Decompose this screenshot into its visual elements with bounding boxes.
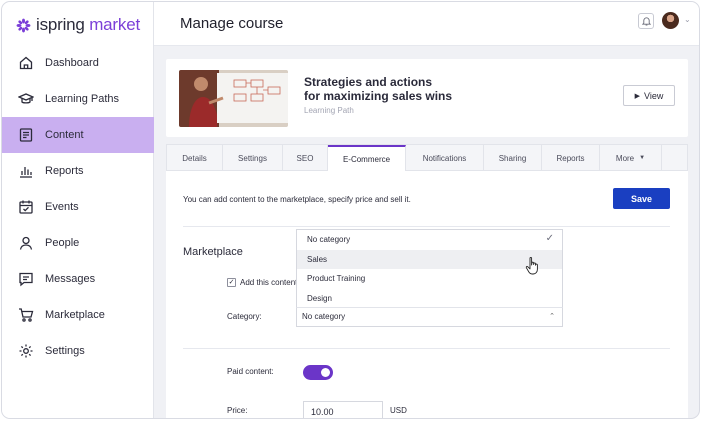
sidebar-nav: Dashboard Learning Paths Content Reports	[2, 45, 154, 369]
course-thumbnail	[179, 70, 288, 127]
category-label: Category:	[227, 312, 262, 321]
section-title: Marketplace	[183, 246, 243, 258]
sidebar-item-messages[interactable]: Messages	[2, 261, 154, 297]
person-icon	[18, 235, 34, 251]
sidebar-item-label: Settings	[45, 345, 85, 357]
tab-details[interactable]: Details	[167, 145, 223, 171]
message-icon	[18, 271, 34, 287]
currency-label: USD	[390, 406, 407, 415]
logo-text: ispring market	[36, 15, 140, 34]
sidebar-item-reports[interactable]: Reports	[2, 153, 154, 189]
add-to-marketplace-row: ✓ Add this content	[227, 278, 297, 287]
price-input[interactable]: 10.00	[303, 401, 383, 418]
home-icon	[18, 55, 34, 71]
sidebar-item-content[interactable]: Content	[2, 117, 154, 153]
divider	[183, 348, 670, 349]
sidebar-item-learning-paths[interactable]: Learning Paths	[2, 81, 154, 117]
cart-icon	[18, 307, 34, 323]
price-label: Price:	[227, 406, 248, 415]
hand-cursor-icon	[525, 257, 538, 275]
tab-bar: Details Settings SEO E-Commerce Notifica…	[166, 144, 688, 171]
document-icon	[18, 127, 34, 143]
info-text: You can add content to the marketplace, …	[183, 195, 411, 204]
graduation-cap-icon	[18, 91, 34, 107]
dropdown-option-design[interactable]: Design	[297, 289, 562, 309]
save-button[interactable]: Save	[613, 188, 670, 209]
tab-e-commerce[interactable]: E-Commerce	[328, 145, 406, 171]
ecommerce-panel: You can add content to the marketplace, …	[166, 171, 688, 418]
sidebar-item-label: Learning Paths	[45, 93, 119, 105]
bell-icon[interactable]	[638, 13, 654, 29]
tab-sharing[interactable]: Sharing	[484, 145, 542, 171]
sidebar-item-dashboard[interactable]: Dashboard	[2, 45, 154, 81]
sidebar-item-events[interactable]: Events	[2, 189, 154, 225]
play-icon: ▶	[634, 92, 641, 100]
gear-icon	[18, 343, 34, 359]
caret-down-icon: ▼	[639, 155, 646, 161]
chevron-up-icon: ⌃	[549, 313, 555, 320]
dropdown-option-sales[interactable]: Sales	[297, 249, 562, 269]
logo[interactable]: ispring market	[16, 15, 140, 34]
avatar[interactable]	[662, 12, 679, 29]
course-title: Strategies and actions for maximizing sa…	[304, 75, 453, 103]
sidebar-item-people[interactable]: People	[2, 225, 154, 261]
dropdown-option-no-category[interactable]: No category ✓	[297, 230, 562, 250]
sidebar: ispring market Dashboard Learning Paths …	[2, 2, 154, 418]
course-card: Strategies and actions for maximizing sa…	[166, 59, 688, 137]
course-type: Learning Path	[304, 106, 354, 115]
divider	[183, 226, 670, 227]
logo-flower-icon	[16, 18, 31, 32]
sidebar-item-label: Content	[45, 129, 84, 141]
sidebar-item-label: People	[45, 237, 80, 249]
tab-reports[interactable]: Reports	[542, 145, 600, 171]
dropdown-option-product-training[interactable]: Product Training	[297, 269, 562, 289]
chevron-down-icon[interactable]: ⌄	[684, 15, 691, 24]
sidebar-item-marketplace[interactable]: Marketplace	[2, 297, 154, 333]
tab-seo[interactable]: SEO	[283, 145, 328, 171]
app-window: ispring market Dashboard Learning Paths …	[1, 1, 700, 419]
checkbox-label: Add this content	[240, 278, 298, 287]
sidebar-item-label: Dashboard	[45, 57, 99, 69]
sidebar-item-settings[interactable]: Settings	[2, 333, 154, 369]
tab-notifications[interactable]: Notifications	[406, 145, 484, 171]
category-dropdown: No category ✓ Sales Product Training Des…	[296, 229, 563, 308]
tab-settings[interactable]: Settings	[223, 145, 283, 171]
sidebar-item-label: Marketplace	[45, 309, 105, 321]
sidebar-item-label: Reports	[45, 165, 84, 177]
paid-content-toggle[interactable]	[303, 365, 333, 380]
bar-chart-icon	[18, 163, 34, 179]
checkmark-icon: ✓	[545, 233, 554, 244]
tab-more[interactable]: More ▼	[600, 145, 662, 171]
paid-content-label: Paid content:	[227, 367, 274, 376]
calendar-icon	[18, 199, 34, 215]
add-to-marketplace-checkbox[interactable]: ✓	[227, 278, 236, 287]
top-bar: Manage course ⌄	[154, 2, 699, 46]
sidebar-item-label: Messages	[45, 273, 96, 285]
sidebar-item-label: Events	[45, 201, 79, 213]
category-select[interactable]: No category ⌃	[296, 307, 563, 327]
view-button[interactable]: ▶ View	[623, 85, 675, 106]
page-title: Manage course	[180, 15, 284, 32]
